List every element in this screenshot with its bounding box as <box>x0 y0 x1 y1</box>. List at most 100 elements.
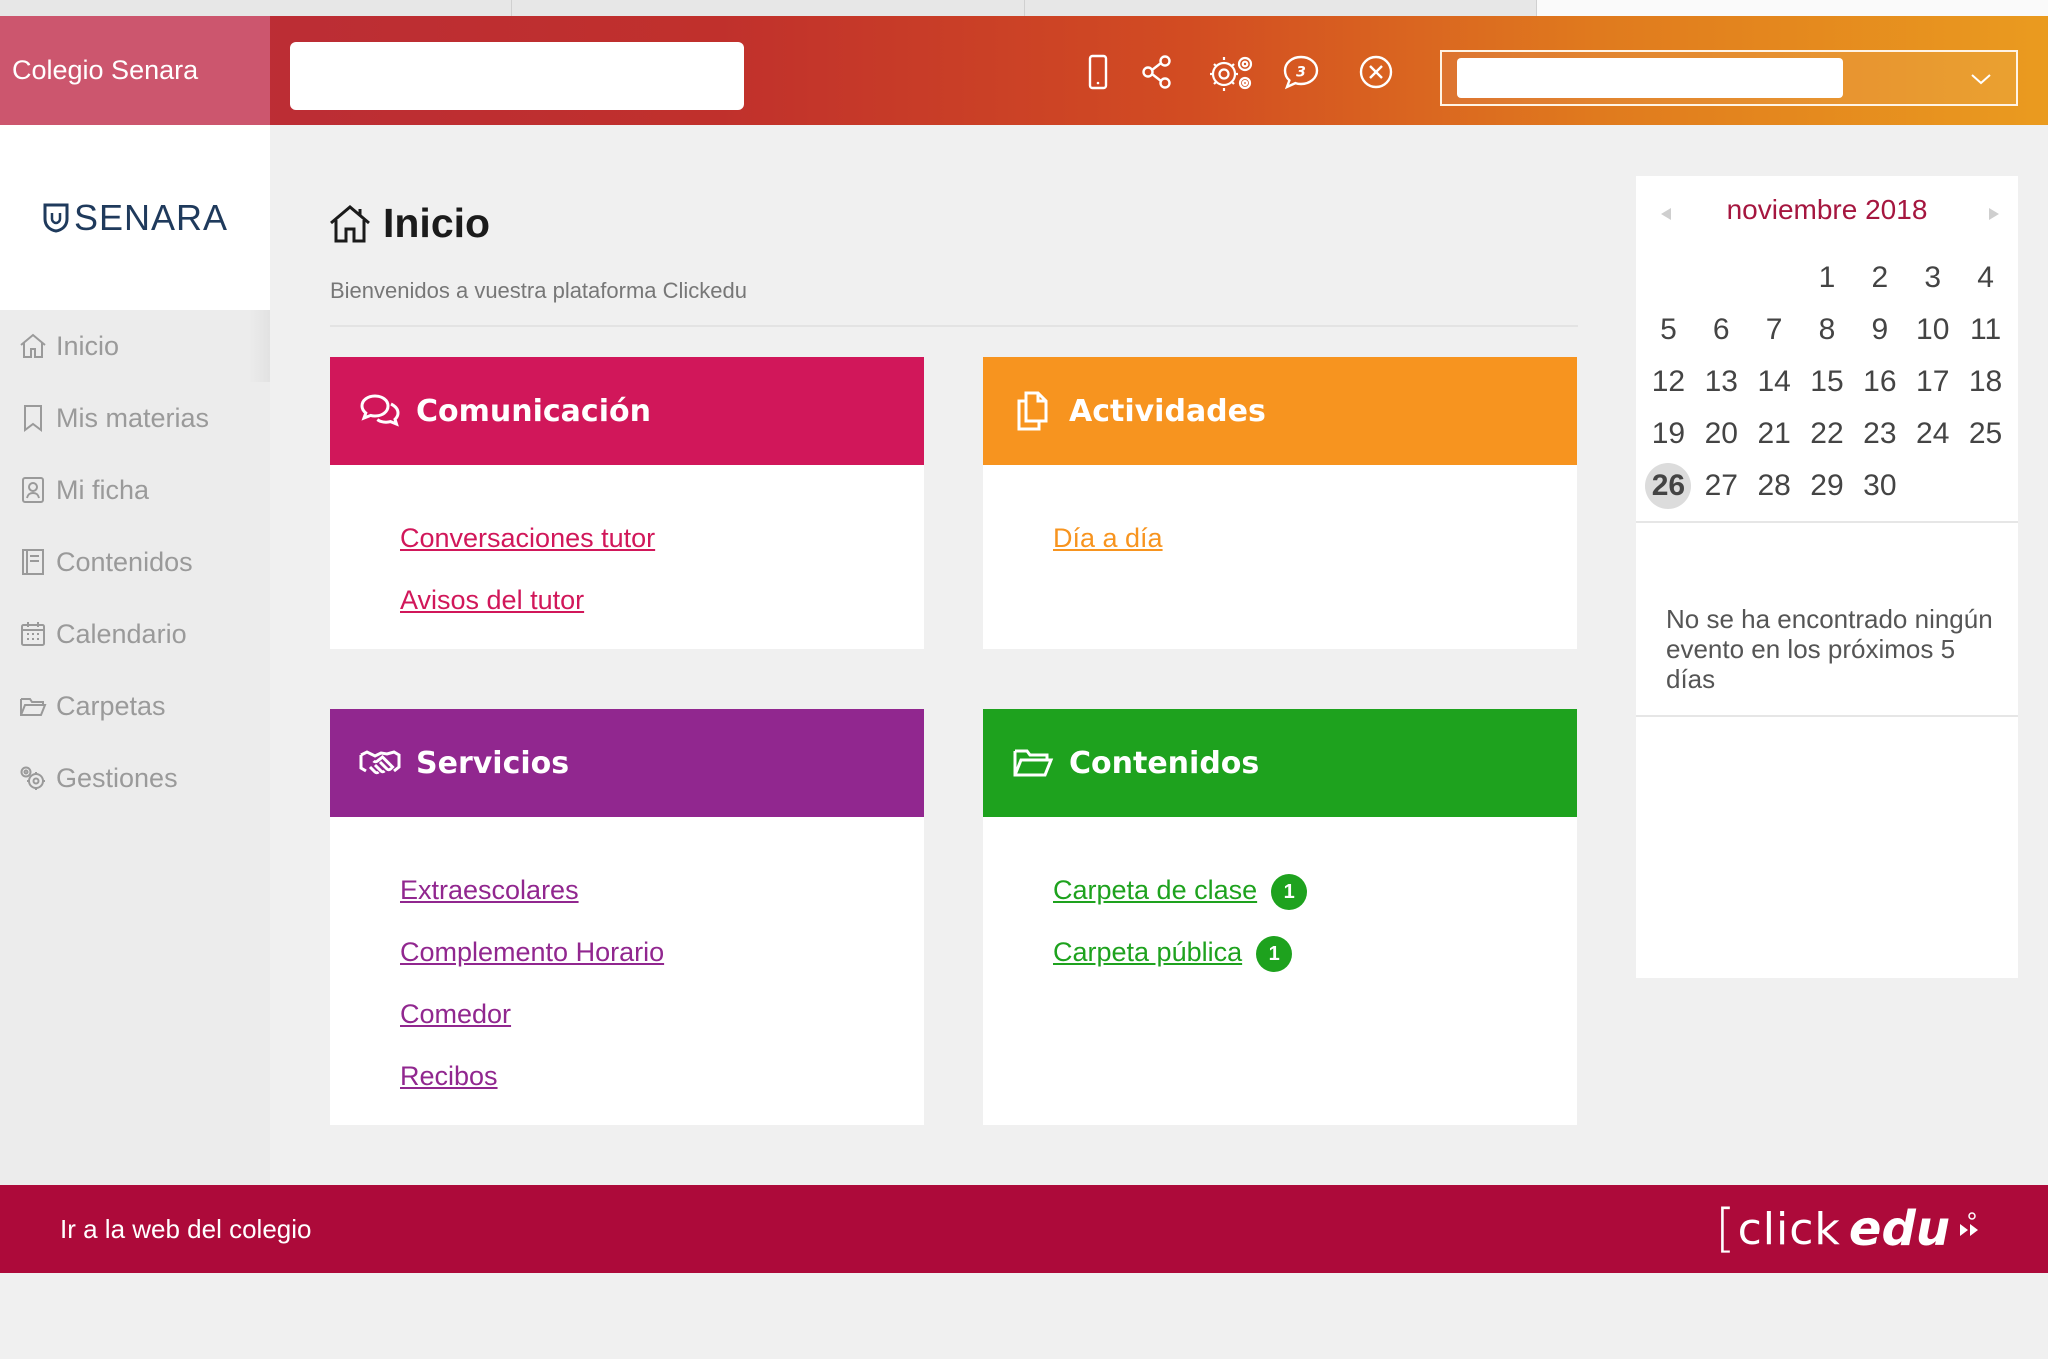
chat-bubbles-icon <box>360 394 400 427</box>
link-text: Comedor <box>400 998 512 1029</box>
calendar-day[interactable]: 19 <box>1642 408 1695 460</box>
calendar-widget: noviembre 2018 1 2 3 4 5 6 7 8 9 10 11 12 13 14 15 16 17… <box>1636 176 2018 978</box>
tab-strip-segment <box>1024 0 1537 16</box>
calendar-header: noviembre 2018 <box>1636 194 2018 234</box>
calendar-day[interactable]: 14 <box>1748 356 1801 408</box>
card-header: Actividades <box>983 357 1577 465</box>
link-recibos[interactable]: Recibos <box>400 1045 924 1107</box>
calendar-day[interactable]: 20 <box>1695 408 1748 460</box>
sidebar-item-mi-ficha[interactable]: Mi ficha <box>0 454 270 526</box>
settings-icon[interactable] <box>1203 49 1259 95</box>
calendar-day-number: 16 <box>1863 365 1897 398</box>
calendar-day-number: 1 <box>1818 261 1836 294</box>
calendar-day[interactable]: 25 <box>1959 408 2012 460</box>
link-dia-a-dia[interactable]: Día a día <box>1053 507 1577 569</box>
calendar-day[interactable]: 16 <box>1853 356 1906 408</box>
calendar-day[interactable]: 13 <box>1695 356 1748 408</box>
link-text: Complemento Horario <box>400 936 665 967</box>
calendar-day[interactable]: 17 <box>1906 356 1959 408</box>
card-links: Carpeta de clase 1 Carpeta pública 1 <box>983 817 1577 983</box>
card-servicios: Servicios Extraescolares Complemento Hor… <box>330 709 924 1125</box>
calendar-day[interactable]: 24 <box>1906 408 1959 460</box>
link-carpeta-de-clase[interactable]: Carpeta de clase 1 <box>1053 859 1577 921</box>
sidebar: SENARA Inicio Mis materias Mi ficha Cont… <box>0 125 270 1185</box>
sidebar-item-contenidos[interactable]: Contenidos <box>0 526 270 598</box>
sidebar-item-inicio[interactable]: Inicio <box>0 310 270 382</box>
share-icon[interactable] <box>1134 49 1180 95</box>
link-comedor[interactable]: Comedor <box>400 983 924 1045</box>
calendar-day[interactable]: 5 <box>1642 304 1695 356</box>
link-avisos-tutor[interactable]: Avisos del tutor <box>400 569 924 631</box>
link-complemento-horario[interactable]: Complemento Horario <box>400 921 924 983</box>
mobile-icon[interactable] <box>1075 49 1121 95</box>
calendar-day[interactable]: 10 <box>1906 304 1959 356</box>
logo-edu-text: edu <box>1848 1201 1950 1257</box>
shield-logo-icon <box>43 203 69 233</box>
school-website-link[interactable]: Ir a la web del colegio <box>60 1185 311 1273</box>
user-select-dropdown[interactable] <box>1440 50 2018 106</box>
calendar-icon <box>21 622 45 646</box>
next-month-icon[interactable] <box>1984 204 2004 224</box>
calendar-day[interactable]: 11 <box>1959 304 2012 356</box>
calendar-days-grid: 1 2 3 4 5 6 7 8 9 10 11 12 13 14 15 16 17 18 19 20 21 22 23 24 2… <box>1642 252 2012 512</box>
sidebar-item-label: Calendario <box>56 618 187 649</box>
calendar-day-number: 10 <box>1916 313 1950 346</box>
calendar-day[interactable]: 4 <box>1959 252 2012 304</box>
sidebar-item-gestiones[interactable]: Gestiones <box>0 742 270 814</box>
calendar-day-number: 26 <box>1645 463 1692 509</box>
calendar-day[interactable]: 27 <box>1695 460 1748 512</box>
tab-strip-segment <box>512 0 1025 16</box>
heading-divider <box>330 325 1578 327</box>
sidebar-item-label: Contenidos <box>56 546 193 577</box>
calendar-day-today[interactable]: 26 <box>1642 460 1695 512</box>
copy-documents-icon <box>1017 391 1048 431</box>
school-logo: SENARA <box>42 197 228 239</box>
calendar-blank <box>1642 252 1695 304</box>
sidebar-item-mis-materias[interactable]: Mis materias <box>0 382 270 454</box>
calendar-day[interactable]: 28 <box>1748 460 1801 512</box>
link-conversaciones-tutor[interactable]: Conversaciones tutor <box>400 507 924 569</box>
link-text: Extraescolares <box>400 874 579 905</box>
card-header: Comunicación <box>330 357 924 465</box>
link-carpeta-publica[interactable]: Carpeta pública 1 <box>1053 921 1577 983</box>
link-text: Recibos <box>400 1060 498 1091</box>
calendar-day[interactable]: 3 <box>1906 252 1959 304</box>
calendar-day[interactable]: 1 <box>1801 252 1854 304</box>
calendar-day-number: 6 <box>1712 313 1730 346</box>
close-icon[interactable] <box>1353 49 1399 95</box>
calendar-day[interactable]: 8 <box>1801 304 1854 356</box>
calendar-day[interactable]: 29 <box>1801 460 1854 512</box>
logo-bracket: [ <box>1715 1199 1736 1259</box>
calendar-day[interactable]: 23 <box>1853 408 1906 460</box>
calendar-day[interactable]: 15 <box>1801 356 1854 408</box>
calendar-day-number: 30 <box>1863 469 1897 502</box>
calendar-day[interactable]: 18 <box>1959 356 2012 408</box>
folder-icon <box>20 698 47 716</box>
svg-text:3: 3 <box>1296 65 1306 81</box>
calendar-day[interactable]: 6 <box>1695 304 1748 356</box>
school-logo-box[interactable]: SENARA <box>0 125 270 310</box>
play-arrows-icon <box>1960 1212 1978 1236</box>
calendar-day[interactable]: 7 <box>1748 304 1801 356</box>
calendar-day[interactable]: 21 <box>1748 408 1801 460</box>
link-extraescolares[interactable]: Extraescolares <box>400 859 924 921</box>
calendar-day[interactable]: 12 <box>1642 356 1695 408</box>
calendar-day-number: 19 <box>1651 417 1686 450</box>
calendar-day[interactable]: 30 <box>1853 460 1906 512</box>
calendar-day[interactable]: 22 <box>1801 408 1854 460</box>
calendar-day[interactable]: 2 <box>1853 252 1906 304</box>
calendar-day[interactable]: 9 <box>1853 304 1906 356</box>
sidebar-item-carpetas[interactable]: Carpetas <box>0 670 270 742</box>
calendar-day-number: 21 <box>1757 417 1791 450</box>
chat-icon[interactable]: 3 <box>1278 49 1324 95</box>
calendar-blank <box>1748 252 1801 304</box>
sidebar-item-calendario[interactable]: Calendario <box>0 598 270 670</box>
calendar-day-number: 5 <box>1660 313 1677 346</box>
calendar-day-number: 12 <box>1651 365 1686 398</box>
gears-icon <box>20 766 45 790</box>
card-actividades: Actividades Día a día <box>983 357 1577 649</box>
clickedu-logo[interactable]: [ click edu <box>1715 1199 1988 1259</box>
home-icon <box>20 333 46 358</box>
school-name-box[interactable]: Colegio Senara <box>0 16 270 125</box>
search-input[interactable] <box>290 42 744 110</box>
